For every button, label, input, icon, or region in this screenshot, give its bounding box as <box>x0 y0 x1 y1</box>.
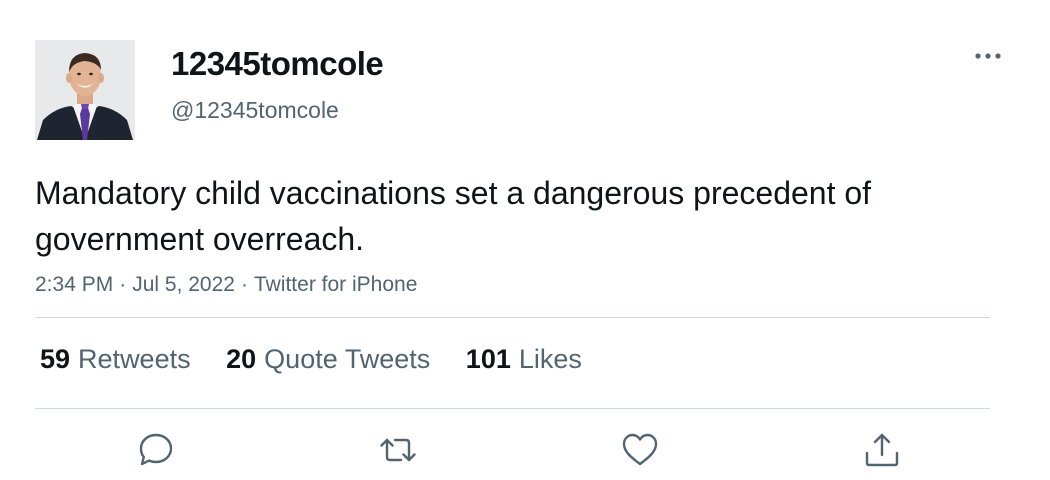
likes-label: Likes <box>518 344 582 374</box>
like-button[interactable] <box>620 430 660 470</box>
heart-icon <box>622 433 658 466</box>
reply-button[interactable] <box>136 430 176 470</box>
tweet-time[interactable]: 2:34 PM <box>35 273 113 296</box>
tweet-stats: 59 Retweets 20 Quote Tweets 101 Likes <box>40 340 610 378</box>
more-icon <box>975 53 1001 59</box>
retweets-stat[interactable]: 59 Retweets <box>40 340 191 378</box>
tweet-text: Mandatory child vaccinations set a dange… <box>35 175 872 257</box>
tweet-date[interactable]: Jul 5, 2022 <box>132 273 235 296</box>
quote-tweets-count: 20 <box>226 344 257 374</box>
share-button[interactable] <box>862 430 902 470</box>
retweet-icon <box>380 438 416 462</box>
tweet-source[interactable]: Twitter for iPhone <box>254 273 417 296</box>
tweet-meta: 2:34 PM · Jul 5, 2022 · Twitter for iPhone <box>35 270 417 300</box>
meta-separator: · <box>119 273 127 296</box>
share-icon <box>865 433 899 467</box>
profile-photo-icon <box>35 40 135 140</box>
reply-icon <box>139 433 173 466</box>
retweets-count: 59 <box>40 344 71 374</box>
retweets-label: Retweets <box>78 344 191 374</box>
tweet-card: 12345tomcole @12345tomcole Mandatory chi… <box>0 0 1050 480</box>
likes-count: 101 <box>465 344 511 374</box>
likes-stat[interactable]: 101 Likes <box>466 340 582 378</box>
user-handle[interactable]: @12345tomcole <box>171 96 339 124</box>
quote-tweets-stat[interactable]: 20 Quote Tweets <box>226 340 430 378</box>
meta-separator: · <box>240 273 248 296</box>
display-name[interactable]: 12345tomcole <box>171 44 384 84</box>
more-options-button[interactable] <box>970 42 1006 70</box>
avatar[interactable] <box>35 40 135 140</box>
quote-tweets-label: Quote Tweets <box>264 344 431 374</box>
divider <box>35 408 990 409</box>
divider <box>35 317 990 318</box>
retweet-button[interactable] <box>378 430 418 470</box>
